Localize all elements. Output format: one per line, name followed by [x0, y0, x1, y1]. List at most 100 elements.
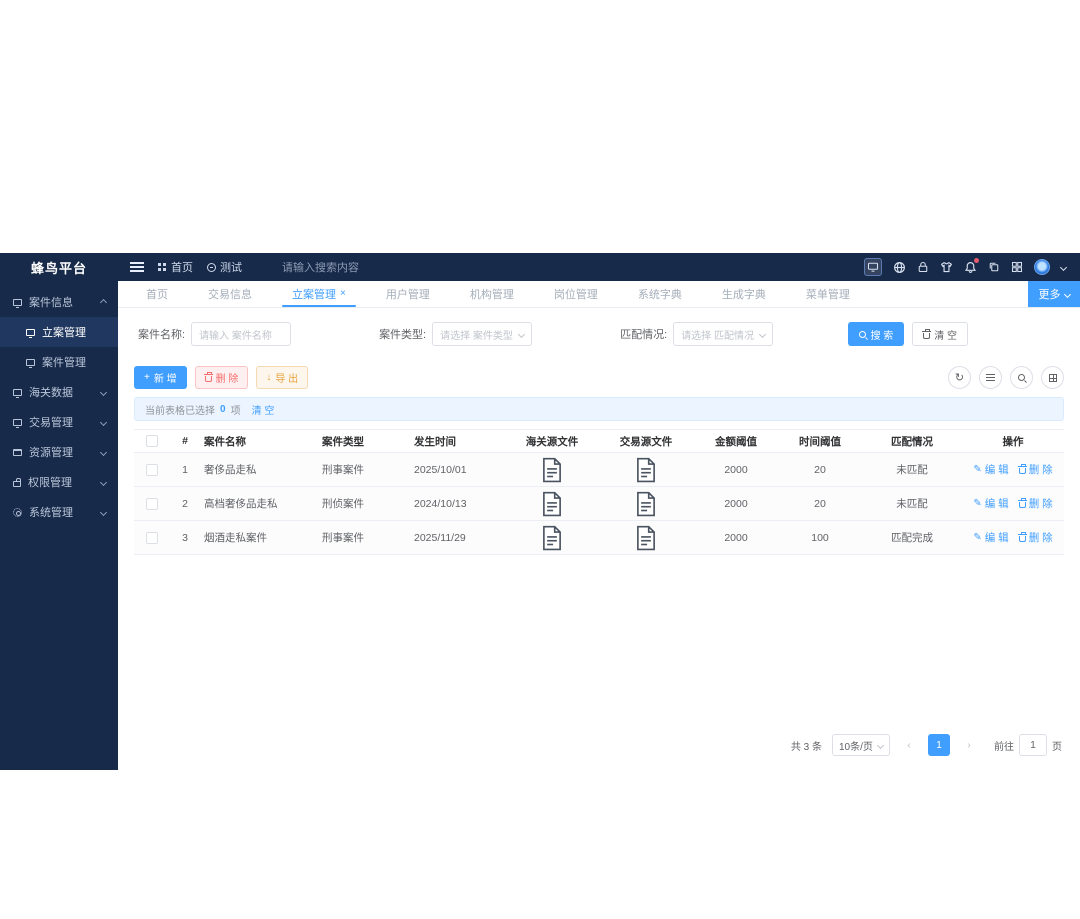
search-button[interactable]: 搜 索 [848, 322, 905, 346]
case-name-input[interactable]: 请输入 案件名称 [191, 322, 292, 346]
sidebar-item[interactable]: 案件管理 [0, 347, 118, 377]
row-index: 1 [182, 463, 188, 476]
avatar[interactable] [1034, 259, 1050, 275]
add-button[interactable]: + 新 增 [134, 366, 187, 389]
trade-file-icon[interactable] [598, 455, 694, 485]
breadcrumb-home[interactable]: 首页 [158, 259, 193, 275]
table-row: 1 奢侈品走私 刑事案件 2025/10/01 2000 20 未匹配 ✎ 编 … [134, 453, 1064, 487]
prev-page-button[interactable]: ‹ [898, 734, 920, 756]
chevron-down-icon[interactable] [1059, 263, 1068, 271]
sidebar-item[interactable]: 权限管理 [0, 467, 118, 497]
delete-link[interactable]: 删 除 [1017, 530, 1053, 545]
pencil-icon: ✎ [973, 531, 982, 543]
goto-unit: 页 [1052, 741, 1062, 753]
edit-link[interactable]: ✎ 编 辑 [973, 530, 1008, 545]
monitor-icon [13, 418, 22, 428]
edit-link[interactable]: ✎ 编 辑 [973, 462, 1008, 477]
page-tab[interactable]: 系统字典 [618, 281, 702, 307]
theme-shirt-icon[interactable] [940, 261, 953, 274]
chevron-icon [99, 388, 108, 396]
monitor-icon[interactable] [864, 258, 882, 276]
pagination: 共 3 条 10条/页 ‹ 1 › 前往 页 [118, 724, 1080, 770]
tabs-more-button[interactable]: 更多 [1028, 281, 1080, 307]
match-status-select[interactable]: 请选择 匹配情况 [673, 322, 774, 346]
page-tab[interactable]: 立案管理 × [272, 281, 366, 307]
page-size-select[interactable]: 10条/页 [832, 734, 890, 756]
delete-link[interactable]: 删 除 [1017, 496, 1053, 511]
main-panel: 首页 交易信息 立案管理 × 用户管理 机构管理 岗位管理 系统字典 生成字典 … [118, 281, 1080, 770]
notification-dot [974, 257, 979, 263]
box-icon [13, 448, 22, 456]
table-row: 3 烟酒走私案件 刑事案件 2025/11/29 2000 100 匹配完成 ✎… [134, 521, 1064, 555]
sidebar-item[interactable]: 海关数据 [0, 377, 118, 407]
page-tab[interactable]: 生成字典 [702, 281, 786, 307]
case-type: 刑事案件 [322, 464, 364, 476]
bell-icon[interactable] [964, 257, 979, 274]
minus-circle-icon [207, 262, 216, 272]
monitor-icon [26, 328, 35, 338]
chevron-down-icon [876, 741, 885, 749]
close-icon[interactable]: × [340, 289, 346, 299]
page-tab[interactable]: 用户管理 [366, 281, 450, 307]
copy-icon[interactable] [988, 261, 1000, 273]
delete-link[interactable]: 删 除 [1017, 462, 1053, 477]
page-tab[interactable]: 岗位管理 [534, 281, 618, 307]
clear-icon [922, 328, 932, 339]
goto-page-input[interactable] [1019, 734, 1047, 756]
edit-link[interactable]: ✎ 编 辑 [973, 496, 1008, 511]
topbar-actions [864, 253, 1080, 281]
sidebar-item[interactable]: 交易管理 [0, 407, 118, 437]
lock-icon[interactable] [917, 261, 929, 273]
sidebar-item[interactable]: 系统管理 [0, 497, 118, 527]
chevron-down-icon [518, 330, 526, 338]
globe-icon[interactable] [893, 261, 906, 274]
select-all-checkbox[interactable] [146, 435, 158, 447]
refresh-icon[interactable]: ↻ [948, 366, 971, 389]
case-type-select[interactable]: 请选择 案件类型 [432, 322, 533, 346]
fullscreen-grid-icon[interactable] [1011, 261, 1023, 273]
page-tab[interactable]: 菜单管理 [786, 281, 870, 307]
case-date: 2025/11/29 [414, 531, 466, 544]
match-status: 未匹配 [896, 498, 928, 510]
breadcrumb-test[interactable]: 测试 [207, 259, 242, 275]
reset-button[interactable]: 清 空 [912, 322, 968, 346]
delete-button[interactable]: 删 除 [194, 366, 249, 389]
row-checkbox[interactable] [146, 463, 158, 476]
export-button[interactable]: ↓ 导 出 [256, 366, 309, 389]
customs-file-icon[interactable] [506, 455, 598, 485]
chevron-icon [99, 418, 108, 426]
menu-toggle-icon[interactable] [130, 262, 144, 272]
row-checkbox[interactable] [146, 531, 158, 544]
customs-file-icon[interactable] [506, 523, 598, 553]
trash-icon [1017, 498, 1027, 508]
trade-file-icon[interactable] [598, 489, 694, 519]
row-checkbox[interactable] [146, 497, 158, 510]
sidebar: 案件信息 立案管理 案件管理 海关数据 交易管理 资源管理 权限管理 系统管理 [0, 281, 118, 770]
case-name: 奢侈品走私 [204, 464, 257, 476]
clear-selection-link[interactable]: 清 空 [252, 402, 275, 417]
monitor-icon [13, 298, 22, 308]
trade-file-icon[interactable] [598, 523, 694, 553]
time-threshold: 20 [814, 497, 826, 510]
filter-form: 案件名称: 请输入 案件名称 案件类型: 请选择 案件类型 匹配情况: 请选择 [118, 308, 1080, 360]
page-tab[interactable]: 首页 [126, 281, 188, 307]
sidebar-item[interactable]: 案件信息 [0, 287, 118, 317]
tab-bar: 首页 交易信息 立案管理 × 用户管理 机构管理 岗位管理 系统字典 生成字典 … [118, 281, 1080, 308]
next-page-button[interactable]: › [958, 734, 980, 756]
trash-icon [1017, 464, 1027, 474]
customs-file-icon[interactable] [506, 489, 598, 519]
sidebar-item[interactable]: 资源管理 [0, 437, 118, 467]
monitor-icon [13, 388, 22, 398]
case-type: 刑侦案件 [322, 498, 364, 510]
case-name: 烟酒走私案件 [204, 532, 267, 544]
current-page-button[interactable]: 1 [928, 734, 950, 756]
global-search[interactable] [282, 258, 432, 276]
page-tab[interactable]: 机构管理 [450, 281, 534, 307]
column-settings-icon[interactable] [1041, 366, 1064, 389]
global-search-input[interactable] [282, 262, 432, 274]
sidebar-item[interactable]: 立案管理 [0, 317, 118, 347]
page-tab[interactable]: 交易信息 [188, 281, 272, 307]
density-icon[interactable] [979, 366, 1002, 389]
table-toolbar: + 新 增 删 除 ↓ 导 出 ↻ [118, 360, 1080, 397]
search-toggle-icon[interactable] [1010, 366, 1033, 389]
